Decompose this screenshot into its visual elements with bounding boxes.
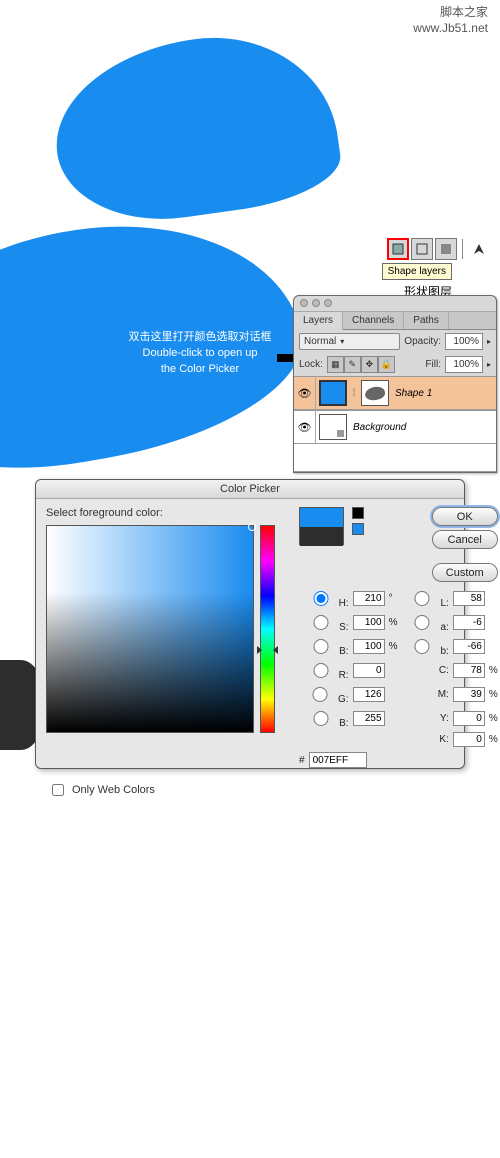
layer-fill-thumbnail[interactable] xyxy=(319,380,347,406)
radio-a[interactable] xyxy=(406,615,438,630)
watermark-line2: www.Jb51.net xyxy=(413,21,488,37)
pen-tool-icon[interactable] xyxy=(468,238,490,260)
current-color xyxy=(300,527,343,546)
input-g[interactable] xyxy=(353,687,385,702)
radio-s[interactable] xyxy=(305,615,337,630)
fill-label: Fill: xyxy=(425,359,441,370)
radio-r[interactable] xyxy=(305,663,337,678)
color-value-grid: H:° L: S:% a: B:% b: R: C:% G: M:% B: Y:… xyxy=(299,588,498,747)
annotation-spectrum: 选择饱和度最强的颜色 Pick a color in the top right… xyxy=(122,1094,272,1158)
radio-h[interactable] xyxy=(305,591,337,606)
lock-position-button[interactable]: ✥ xyxy=(361,356,378,373)
input-bb[interactable] xyxy=(353,711,385,726)
layer-name[interactable]: Background xyxy=(353,422,406,433)
input-s[interactable] xyxy=(353,615,385,630)
hue-slider[interactable] xyxy=(260,525,275,733)
link-icon: ⁞ xyxy=(350,388,358,399)
visibility-toggle[interactable]: 👁 xyxy=(294,376,316,410)
tab-paths[interactable]: Paths xyxy=(404,312,449,329)
visibility-toggle[interactable]: 👁 xyxy=(294,410,316,444)
opacity-flyout-icon[interactable]: ▸ xyxy=(487,337,491,346)
color-picker-dialog: Color Picker Select foreground color: 选择… xyxy=(35,479,465,769)
radio-bv[interactable] xyxy=(305,639,337,654)
radio-bb[interactable] xyxy=(305,711,337,726)
radio-b[interactable] xyxy=(406,639,438,654)
fill-flyout-icon[interactable]: ▸ xyxy=(487,360,491,369)
select-color-label: Select foreground color: xyxy=(46,507,291,519)
watermark: 脚本之家 www.Jb51.net xyxy=(413,5,488,36)
input-bv[interactable] xyxy=(353,639,385,654)
input-k[interactable] xyxy=(453,732,485,747)
input-hex[interactable] xyxy=(309,752,367,768)
paths-mode-button[interactable] xyxy=(411,238,433,260)
spectrum-marker[interactable] xyxy=(248,523,256,531)
new-color xyxy=(300,508,343,527)
lock-transparent-button[interactable]: ▦ xyxy=(327,356,344,373)
panel-tabs: Layers Channels Paths xyxy=(294,312,496,330)
web-colors-checkbox-label[interactable]: Only Web Colors xyxy=(36,776,464,804)
web-colors-checkbox[interactable] xyxy=(52,784,64,796)
layer-shape1[interactable]: 👁 ⁞ Shape 1 xyxy=(294,376,496,410)
tab-channels[interactable]: Channels xyxy=(343,312,404,329)
panel-titlebar[interactable] xyxy=(294,296,496,312)
shape-layers-tooltip: Shape layers xyxy=(382,263,452,280)
shape-layers-mode-button[interactable] xyxy=(387,238,409,260)
layer-name[interactable]: Shape 1 xyxy=(395,388,432,399)
input-r[interactable] xyxy=(353,663,385,678)
input-b[interactable] xyxy=(453,639,485,654)
websafe-swatch[interactable] xyxy=(352,523,364,535)
watermark-line1: 脚本之家 xyxy=(413,5,488,21)
layer-background[interactable]: 👁 Background xyxy=(294,410,496,444)
lock-label: Lock: xyxy=(299,359,323,370)
fill-pixels-mode-button[interactable] xyxy=(435,238,457,260)
lock-pixels-button[interactable]: ✎ xyxy=(344,356,361,373)
input-a[interactable] xyxy=(453,615,485,630)
opacity-label: Opacity: xyxy=(404,336,441,347)
color-swatch[interactable] xyxy=(299,507,344,545)
color-spectrum[interactable]: 选择饱和度最强的颜色 Pick a color in the top right… xyxy=(46,525,254,733)
dialog-title[interactable]: Color Picker xyxy=(36,480,464,499)
opacity-input[interactable]: 100% xyxy=(445,333,483,350)
lock-all-button[interactable]: 🔒 xyxy=(378,356,395,373)
radio-g[interactable] xyxy=(304,687,336,702)
shape-blob-1 xyxy=(44,21,346,233)
shape-mode-toolbar xyxy=(387,238,490,260)
layer-thumbnail[interactable] xyxy=(319,414,347,440)
input-c[interactable] xyxy=(453,663,485,678)
input-y[interactable] xyxy=(453,711,485,726)
gamut-warning-icon[interactable] xyxy=(352,507,364,519)
input-h[interactable] xyxy=(353,591,385,606)
ok-button[interactable]: OK xyxy=(432,507,498,526)
layers-panel: Layers Channels Paths Normal▾ Opacity: 1… xyxy=(293,295,497,473)
radio-l[interactable] xyxy=(406,591,438,606)
hex-label: # xyxy=(299,755,305,766)
layer-mask-thumbnail[interactable] xyxy=(361,380,389,406)
custom-button[interactable]: Custom xyxy=(432,563,498,582)
blend-mode-select[interactable]: Normal▾ xyxy=(299,333,400,350)
hue-marker[interactable] xyxy=(257,646,278,652)
fill-input[interactable]: 100% xyxy=(445,356,483,373)
tab-layers[interactable]: Layers xyxy=(294,312,343,330)
input-m[interactable] xyxy=(453,687,485,702)
cancel-button[interactable]: Cancel xyxy=(432,530,498,549)
input-l[interactable] xyxy=(453,591,485,606)
